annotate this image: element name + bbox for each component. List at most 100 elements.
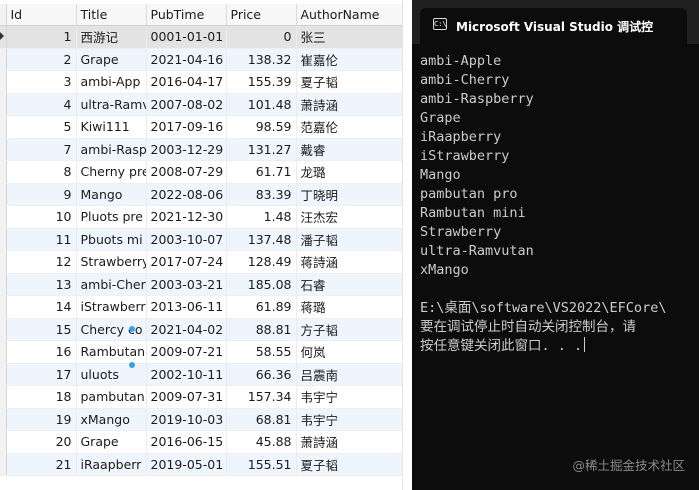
cell-authorname[interactable]: 范嘉伦 <box>296 115 403 139</box>
column-header-pubtime[interactable]: PubTime <box>146 4 227 26</box>
cell-price[interactable]: 137.48 <box>226 228 297 251</box>
cell-authorname[interactable]: 韦宇宁 <box>296 408 403 431</box>
column-header-authorname[interactable]: AuthorName <box>296 4 403 26</box>
table-row[interactable]: 2 Grape 2021-04-16 138.32 崔嘉伦 <box>0 48 403 71</box>
cell-title[interactable]: Strawberry <box>76 250 147 274</box>
cell-price[interactable]: 131.27 <box>226 138 297 161</box>
cell-title[interactable]: xMango <box>76 408 147 431</box>
table-row[interactable]: 9 Mango 2022-08-06 83.39 丁晓明 <box>0 183 403 206</box>
cell-id[interactable]: 1 <box>6 25 77 49</box>
column-header-id[interactable]: Id <box>6 4 77 26</box>
cell-title[interactable]: Mango <box>76 183 147 206</box>
table-row[interactable]: 21 iRaapberr 2019-05-01 155.51 夏子韬 <box>0 453 403 476</box>
console-tab[interactable]: C:\ Microsoft Visual Studio 调试控 <box>420 8 687 44</box>
cell-id[interactable]: 21 <box>6 453 77 476</box>
cell-title[interactable]: iRaapberr <box>76 453 147 476</box>
cell-authorname[interactable]: 蒋詩涵 <box>296 250 403 274</box>
cell-id[interactable]: 4 <box>6 93 77 116</box>
table-row[interactable]: 18 pambutan 2009-07-31 157.34 韦宇宁 <box>0 385 403 409</box>
table-row[interactable]: 15 Chercy co 2021-04-02 88.81 方子韬 <box>0 318 403 341</box>
table-row[interactable]: 12 Strawberry 2017-07-24 128.49 蒋詩涵 <box>0 250 403 274</box>
cell-pubtime[interactable]: 2008-07-29 <box>146 160 227 184</box>
cell-authorname[interactable]: 丁晓明 <box>296 183 403 206</box>
cell-id[interactable]: 12 <box>6 250 77 274</box>
cell-authorname[interactable]: 韦宇宁 <box>296 385 403 409</box>
cell-pubtime[interactable]: 2003-10-07 <box>146 228 227 251</box>
cell-authorname[interactable]: 萧詩涵 <box>296 430 403 454</box>
cell-id[interactable]: 11 <box>6 228 77 251</box>
cell-authorname[interactable]: 萧詩涵 <box>296 93 403 116</box>
column-header-title[interactable]: Title <box>76 4 147 26</box>
table-row[interactable]: 7 ambi-Rasp 2003-12-29 131.27 戴睿 <box>0 138 403 161</box>
cell-title[interactable]: uluots <box>76 363 147 386</box>
cell-id[interactable]: 2 <box>6 48 77 71</box>
cell-price[interactable]: 83.39 <box>226 183 297 206</box>
cell-authorname[interactable]: 方子韬 <box>296 318 403 341</box>
table-row[interactable]: 19 xMango 2019-10-03 68.81 韦宇宁 <box>0 408 403 431</box>
cell-id[interactable]: 15 <box>6 318 77 341</box>
cell-pubtime[interactable]: 2016-04-17 <box>146 70 227 94</box>
cell-price[interactable]: 185.08 <box>226 273 297 296</box>
cell-id[interactable]: 10 <box>6 205 77 229</box>
console-window[interactable]: C:\ Microsoft Visual Studio 调试控 + ambi-A… <box>412 0 699 490</box>
cell-price[interactable]: 58.55 <box>226 340 297 364</box>
cell-authorname[interactable]: 夏子韬 <box>296 70 403 94</box>
cell-authorname[interactable]: 吕震南 <box>296 363 403 386</box>
cell-pubtime[interactable]: 2019-05-01 <box>146 453 227 476</box>
console-output[interactable]: ambi-Apple ambi-Cherry ambi-Raspberry Grape… <box>420 52 699 356</box>
table-row[interactable]: 3 ambi-App 2016-04-17 155.39 夏子韬 <box>0 70 403 94</box>
cell-id[interactable]: 8 <box>6 160 77 184</box>
cell-price[interactable]: 66.36 <box>226 363 297 386</box>
cell-id[interactable]: 20 <box>6 430 77 454</box>
cell-pubtime[interactable]: 2002-10-11 <box>146 363 227 386</box>
row-header[interactable] <box>0 25 7 49</box>
cell-price[interactable]: 1.48 <box>226 205 297 229</box>
cell-id[interactable]: 19 <box>6 408 77 431</box>
cell-authorname[interactable]: 龙璐 <box>296 160 403 184</box>
cell-price[interactable]: 138.32 <box>226 48 297 71</box>
table-row[interactable]: 13 ambi-Cher 2003-03-21 185.08 石睿 <box>0 273 403 296</box>
cell-id[interactable]: 5 <box>6 115 77 139</box>
cell-authorname[interactable]: 潘子韬 <box>296 228 403 251</box>
cell-price[interactable]: 68.81 <box>226 408 297 431</box>
cell-price[interactable]: 155.39 <box>226 70 297 94</box>
table-row[interactable]: 16 Rambutan 2009-07-21 58.55 何岚 <box>0 340 403 364</box>
cell-price[interactable]: 61.89 <box>226 295 297 319</box>
cell-pubtime[interactable]: 2007-08-02 <box>146 93 227 116</box>
cell-price[interactable]: 128.49 <box>226 250 297 274</box>
cell-price[interactable]: 61.71 <box>226 160 297 184</box>
cell-id[interactable]: 14 <box>6 295 77 319</box>
table-row[interactable]: 20 Grape 2016-06-15 45.88 萧詩涵 <box>0 430 403 454</box>
cell-pubtime[interactable]: 2013-06-11 <box>146 295 227 319</box>
cell-id[interactable]: 9 <box>6 183 77 206</box>
table-row[interactable]: 4 ultra-Ramv 2007-08-02 101.48 萧詩涵 <box>0 93 403 116</box>
cell-authorname[interactable]: 何岚 <box>296 340 403 364</box>
table-row[interactable]: 8 Cherny pre 2008-07-29 61.71 龙璐 <box>0 160 403 184</box>
cell-id[interactable]: 7 <box>6 138 77 161</box>
cell-pubtime[interactable]: 2022-08-06 <box>146 183 227 206</box>
cell-id[interactable]: 17 <box>6 363 77 386</box>
cell-pubtime[interactable]: 2017-07-24 <box>146 250 227 274</box>
cell-pubtime[interactable]: 2003-12-29 <box>146 138 227 161</box>
cell-authorname[interactable]: 蒋璐 <box>296 295 403 319</box>
cell-pubtime[interactable]: 2021-04-16 <box>146 48 227 71</box>
cell-title[interactable]: ambi-Cher <box>76 273 147 296</box>
cell-price[interactable]: 101.48 <box>226 93 297 116</box>
cell-pubtime[interactable]: 2021-12-30 <box>146 205 227 229</box>
cell-title[interactable]: Pluots pre <box>76 205 147 229</box>
cell-pubtime[interactable]: 2009-07-31 <box>146 385 227 409</box>
table-row[interactable]: 1 西游记 0001-01-01 0 张三 <box>0 25 403 49</box>
cell-price[interactable]: 98.59 <box>226 115 297 139</box>
column-header-price[interactable]: Price <box>226 4 297 26</box>
cell-title[interactable]: Cherny pre <box>76 160 147 184</box>
cell-price[interactable]: 155.51 <box>226 453 297 476</box>
cell-price[interactable]: 0 <box>226 25 297 49</box>
cell-price[interactable]: 157.34 <box>226 385 297 409</box>
cell-title[interactable]: Kiwi111 <box>76 115 147 139</box>
cell-title[interactable]: ambi-App <box>76 70 147 94</box>
cell-authorname[interactable]: 崔嘉伦 <box>296 48 403 71</box>
cell-title[interactable]: ultra-Ramv <box>76 93 147 116</box>
table-row[interactable]: 11 Pbuots mi 2003-10-07 137.48 潘子韬 <box>0 228 403 251</box>
cell-id[interactable]: 3 <box>6 70 77 94</box>
cell-title[interactable]: Grape <box>76 48 147 71</box>
